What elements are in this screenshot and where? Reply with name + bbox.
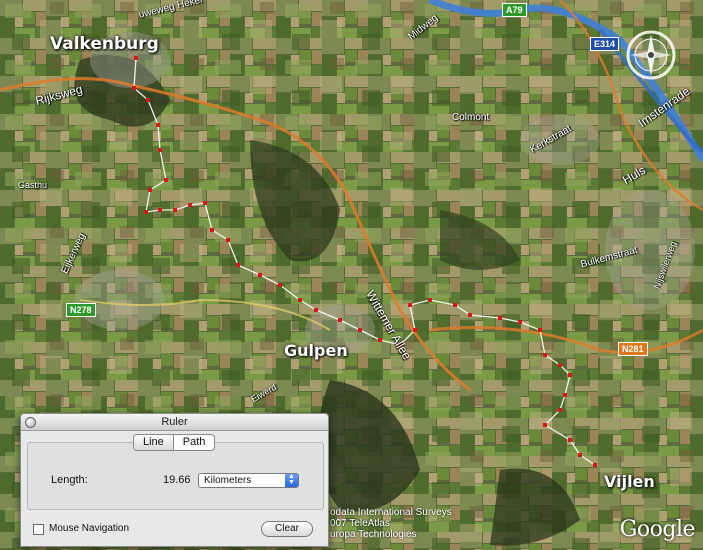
tab-line[interactable]: Line [134,435,174,450]
path-vertex[interactable] [144,210,148,214]
path-vertex[interactable] [338,318,342,322]
path-vertex[interactable] [568,438,572,442]
path-vertex[interactable] [298,298,302,302]
ruler-tabs: Line Path [133,434,216,451]
path-vertex[interactable] [578,453,582,457]
path-vertex[interactable] [226,238,230,242]
path-vertex[interactable] [188,203,192,207]
shield-a79: A79 [502,3,527,17]
path-vertex[interactable] [158,208,162,212]
path-vertex[interactable] [558,363,562,367]
copyright-line-3: uropa Technologies [330,529,417,540]
path-vertex[interactable] [358,328,362,332]
path-vertex[interactable] [158,148,162,152]
path-vertex[interactable] [543,423,547,427]
unit-select[interactable]: Kilometers ▲ ▼ [198,473,299,488]
path-vertex[interactable] [278,283,282,287]
tab-path[interactable]: Path [174,435,215,450]
road-label-gasthu: Gasthu [18,180,48,190]
path-vertex[interactable] [498,316,502,320]
unit-select-value: Kilometers [204,475,252,486]
ruler-title: Ruler [161,416,188,428]
path-vertex[interactable] [164,178,168,182]
copyright-text: odata International Surveys 007 TeleAtla… [330,507,452,540]
compass-icon[interactable] [624,28,678,82]
updown-arrows-icon: ▲ ▼ [285,473,298,487]
path-vertex[interactable] [543,353,547,357]
path-vertex[interactable] [453,303,457,307]
place-valkenburg: Valkenburg [50,34,159,54]
path-vertex[interactable] [518,320,522,324]
shield-n281: N281 [618,342,648,356]
path-vertex[interactable] [428,298,432,302]
path-vertex[interactable] [173,208,177,212]
mouse-navigation-checkbox[interactable] [33,524,44,535]
place-gulpen: Gulpen [284,341,348,360]
path-vertex[interactable] [156,123,160,127]
road-label-colmont: Colmont [452,112,490,123]
length-value: 19.66 [163,474,191,486]
path-vertex[interactable] [132,86,136,90]
copyright-line-1: odata International Surveys [330,507,452,518]
path-vertex[interactable] [538,328,542,332]
shield-e314: E314 [590,37,620,51]
place-vijlen: Vijlen [604,472,655,491]
path-vertex[interactable] [568,373,572,377]
path-vertex[interactable] [148,188,152,192]
path-vertex[interactable] [134,56,138,60]
path-vertex[interactable] [468,313,472,317]
path-vertex[interactable] [146,98,150,102]
ruler-window[interactable]: Ruler Line Path Length: 19.66 Kilometers… [20,413,329,547]
length-label: Length: [51,474,88,486]
google-logo: Google [619,517,696,542]
path-vertex[interactable] [210,228,214,232]
path-vertex[interactable] [314,308,318,312]
shield-n278: N278 [66,303,96,317]
copyright-line-2: 007 TeleAtlas [330,518,390,529]
path-vertex[interactable] [236,263,240,267]
path-vertex[interactable] [563,393,567,397]
path-vertex[interactable] [203,201,207,205]
path-vertex[interactable] [408,303,412,307]
path-vertex[interactable] [558,408,562,412]
path-vertex[interactable] [413,328,417,332]
path-vertex[interactable] [593,463,597,467]
path-vertex[interactable] [258,273,262,277]
path-vertex[interactable] [378,338,382,342]
mouse-navigation-label: Mouse Navigation [49,523,130,534]
clear-button[interactable]: Clear [261,521,313,537]
ruler-titlebar[interactable]: Ruler [21,414,328,431]
